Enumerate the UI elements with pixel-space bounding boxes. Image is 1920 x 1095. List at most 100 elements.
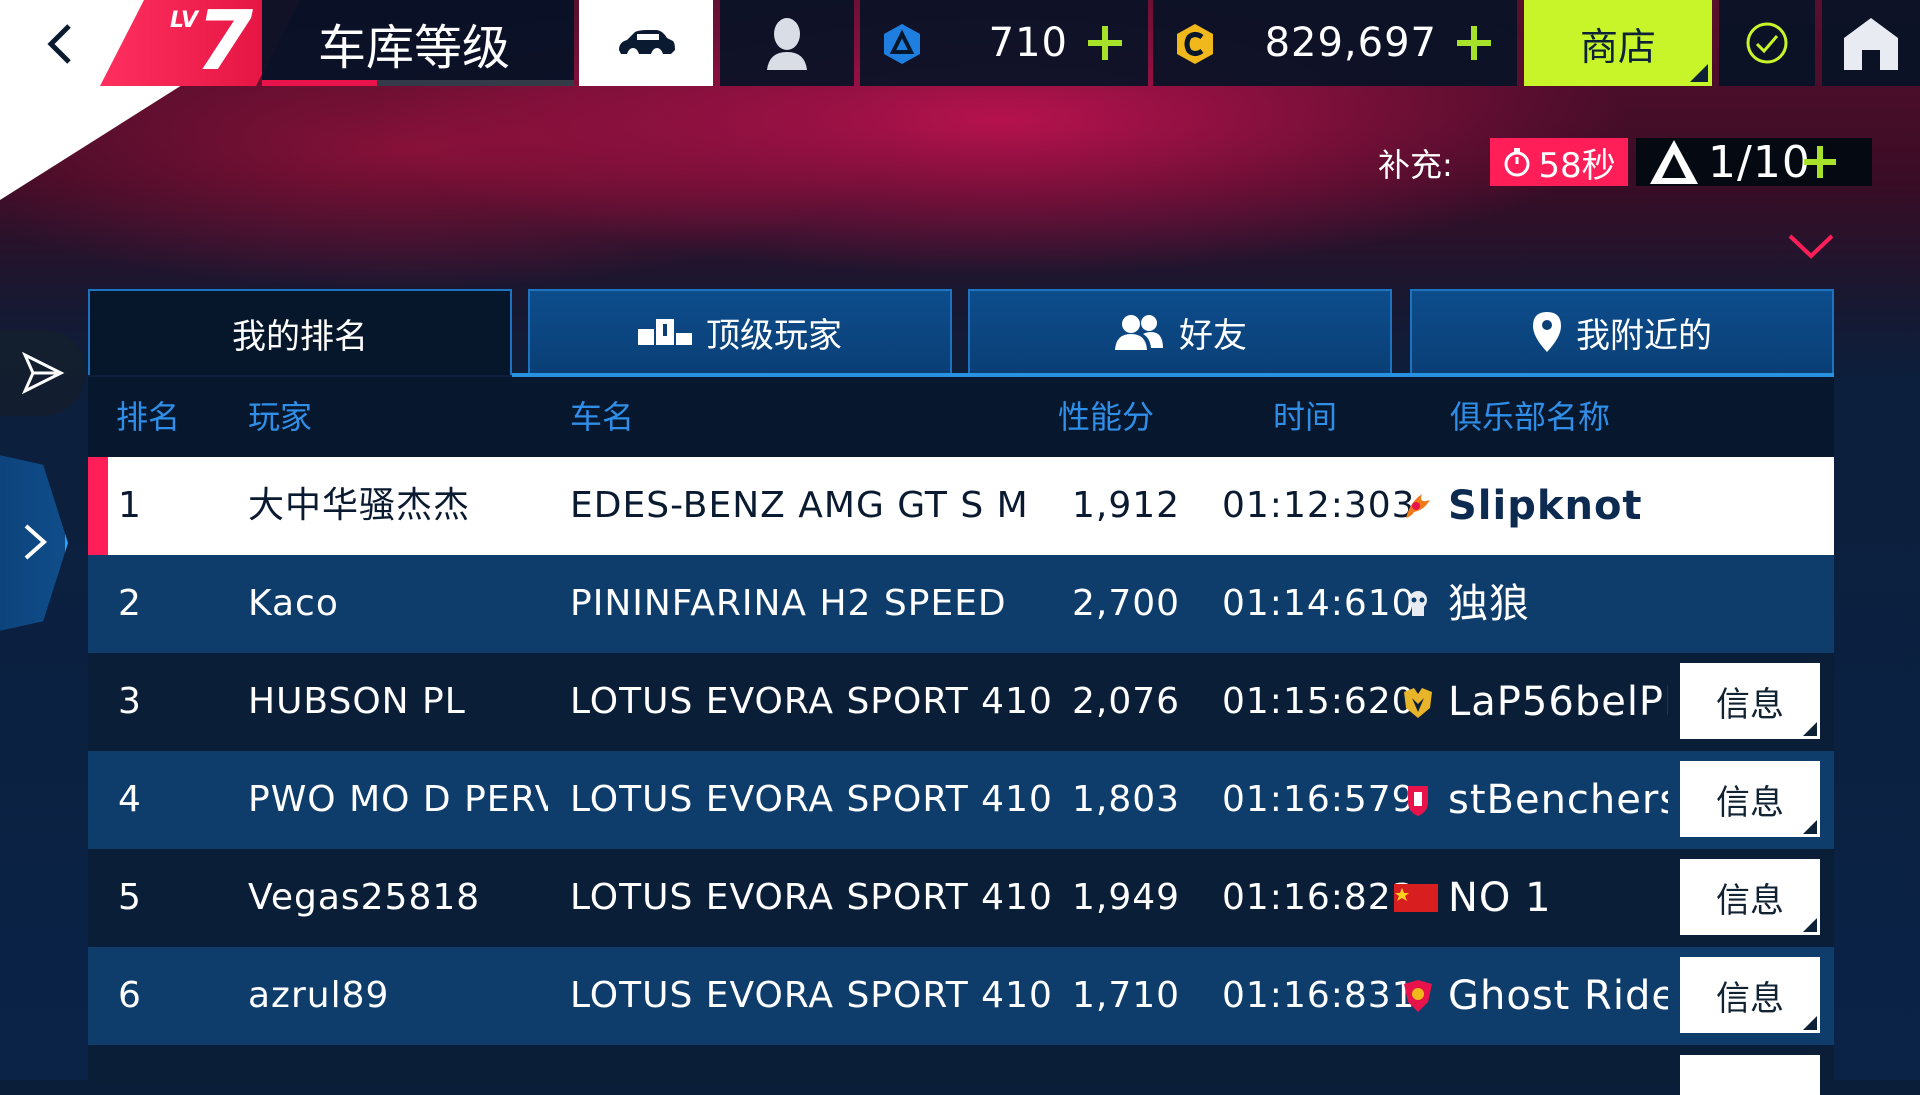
lap-time: 01:16:579 xyxy=(1222,779,1412,820)
header-club: 俱乐部名称 xyxy=(1450,398,1611,436)
chevron-left-icon xyxy=(47,24,71,64)
tab-friends[interactable]: 好友 xyxy=(968,289,1392,375)
garage-car-button[interactable] xyxy=(579,0,713,86)
tab-label: 我附近的 xyxy=(1576,315,1712,356)
header-car: 车名 xyxy=(570,398,635,436)
leaderboard-table: 排名 玩家 车名 性能分 时间 俱乐部名称 1 大中华骚杰杰 EDES-BENZ… xyxy=(88,377,1834,1095)
info-label: 信息 xyxy=(1716,978,1784,1019)
add-gems-plus-icon[interactable] xyxy=(1080,18,1130,68)
rank: 3 xyxy=(118,681,142,722)
corner-marker xyxy=(1803,722,1817,736)
table-row[interactable] xyxy=(88,1045,1834,1095)
header-player: 玩家 xyxy=(248,398,313,436)
home-button[interactable] xyxy=(1822,0,1920,86)
level-number: 7 xyxy=(196,0,254,89)
info-label: 信息 xyxy=(1716,684,1784,725)
player-name: PWO MO D PERV xyxy=(248,779,548,820)
garage-level-label: 车库等级 xyxy=(318,20,511,76)
info-button[interactable]: 信息 xyxy=(1680,957,1820,1033)
table-row[interactable]: 3 HUBSON PL LOTUS EVORA SPORT 410 2,076 … xyxy=(88,653,1834,751)
race-tickets: 1/10 xyxy=(1636,136,1872,188)
profile-button[interactable] xyxy=(720,0,854,86)
info-button[interactable] xyxy=(1680,1055,1820,1095)
flag-emblem-icon xyxy=(1394,884,1438,912)
club-name: 独狼 xyxy=(1448,581,1530,627)
performance-score: 1,803 xyxy=(1071,779,1181,820)
shop-label: 商店 xyxy=(1579,24,1656,69)
tab-top-players[interactable]: 顶级玩家 xyxy=(528,289,952,375)
paper-plane-icon xyxy=(21,351,65,395)
podium-icon xyxy=(638,319,692,345)
gems-value: 710 xyxy=(988,20,1068,66)
beast-emblem-icon xyxy=(1404,688,1432,718)
garage-level-progress-fill xyxy=(262,80,378,86)
player-name: HUBSON PL xyxy=(248,681,466,722)
car-name: PININFARINA H2 SPEED xyxy=(570,583,1007,624)
share-button[interactable] xyxy=(0,330,86,416)
car-icon xyxy=(619,30,675,54)
gem-token-icon xyxy=(884,24,920,64)
chevron-down-icon[interactable] xyxy=(1786,226,1836,266)
car-name: EDES-BENZ AMG GT S M xyxy=(570,485,1029,526)
club-name: Ghost Rider xyxy=(1448,973,1668,1019)
club-name: LaP56belPL xyxy=(1448,679,1668,725)
check-circle-icon xyxy=(1746,22,1788,64)
player-name: 大中华骚杰杰 xyxy=(248,485,471,526)
performance-score: 1,912 xyxy=(1071,485,1181,526)
rank: 5 xyxy=(118,877,142,918)
rider-emblem-icon xyxy=(1404,980,1432,1012)
header-rank: 排名 xyxy=(116,398,181,436)
header-time: 时间 xyxy=(1273,398,1338,436)
performance-score: 2,076 xyxy=(1071,681,1181,722)
club-name: NO 1 xyxy=(1448,875,1552,921)
corner-marker xyxy=(1690,64,1708,82)
ticket-token-icon xyxy=(1650,140,1698,184)
garage-level-progress xyxy=(262,80,574,86)
race-tickets-value: 1/10 xyxy=(1708,136,1811,188)
garage-level-title: 车库等级 xyxy=(262,0,574,86)
refill-label: 补充: xyxy=(1378,146,1453,184)
add-coins-plus-icon[interactable] xyxy=(1449,18,1499,68)
player-name: Kaco xyxy=(248,583,339,624)
car-name: LOTUS EVORA SPORT 410 xyxy=(570,975,1053,1016)
info-button[interactable]: 信息 xyxy=(1680,859,1820,935)
tab-nearby[interactable]: 我附近的 xyxy=(1410,289,1834,375)
tab-label: 我的排名 xyxy=(232,316,368,357)
table-row[interactable]: 2 Kaco PININFARINA H2 SPEED 2,700 01:14:… xyxy=(88,555,1834,653)
lap-time: 01:15:620 xyxy=(1222,681,1412,722)
info-label: 信息 xyxy=(1716,880,1784,921)
info-button[interactable]: 信息 xyxy=(1680,761,1820,837)
flame-emblem-icon xyxy=(1406,494,1430,518)
leaderboard-tabs: 我的排名 顶级玩家 好友 我附近的 xyxy=(88,289,1834,377)
header-score: 性能分 xyxy=(1058,398,1155,436)
back-button[interactable] xyxy=(30,14,90,74)
tab-label: 好友 xyxy=(1179,315,1247,356)
player-name: azrul89 xyxy=(248,975,390,1016)
table-row[interactable]: 5 Vegas25818 LOTUS EVORA SPORT 410 1,949… xyxy=(88,849,1834,947)
level-prefix: LV xyxy=(170,8,199,33)
car-name: LOTUS EVORA SPORT 410 xyxy=(570,877,1053,918)
chevron-right-icon[interactable] xyxy=(20,522,50,562)
coin-icon xyxy=(1177,24,1213,64)
table-row[interactable]: 1 大中华骚杰杰 EDES-BENZ AMG GT S M 1,912 01:1… xyxy=(88,457,1834,555)
table-row[interactable]: 6 azrul89 LOTUS EVORA SPORT 410 1,710 01… xyxy=(88,947,1834,1045)
info-button[interactable]: 信息 xyxy=(1680,663,1820,739)
table-row[interactable]: 4 PWO MO D PERV LOTUS EVORA SPORT 410 1,… xyxy=(88,751,1834,849)
friends-icon xyxy=(1115,315,1163,350)
table-header: 排名 玩家 车名 性能分 时间 俱乐部名称 xyxy=(88,377,1834,457)
home-icon xyxy=(1844,18,1898,70)
stopwatch-icon xyxy=(1504,148,1530,177)
refill-timer-value: 58秒 xyxy=(1538,145,1616,186)
tab-my-rank[interactable]: 我的排名 xyxy=(88,289,512,375)
performance-score: 1,710 xyxy=(1071,975,1181,1016)
shield-emblem-icon xyxy=(1408,786,1428,816)
tab-label: 顶级玩家 xyxy=(706,315,842,356)
lap-time: 01:16:823 xyxy=(1222,877,1412,918)
car-name: LOTUS EVORA SPORT 410 xyxy=(570,681,1053,722)
add-tickets-plus-icon[interactable] xyxy=(1798,140,1842,184)
shop-button[interactable]: 商店 xyxy=(1524,0,1712,86)
coins-value: 829,697 xyxy=(1264,20,1437,66)
car-name: LOTUS EVORA SPORT 410 xyxy=(570,779,1053,820)
performance-score: 2,700 xyxy=(1071,583,1181,624)
checklist-button[interactable] xyxy=(1719,0,1815,86)
